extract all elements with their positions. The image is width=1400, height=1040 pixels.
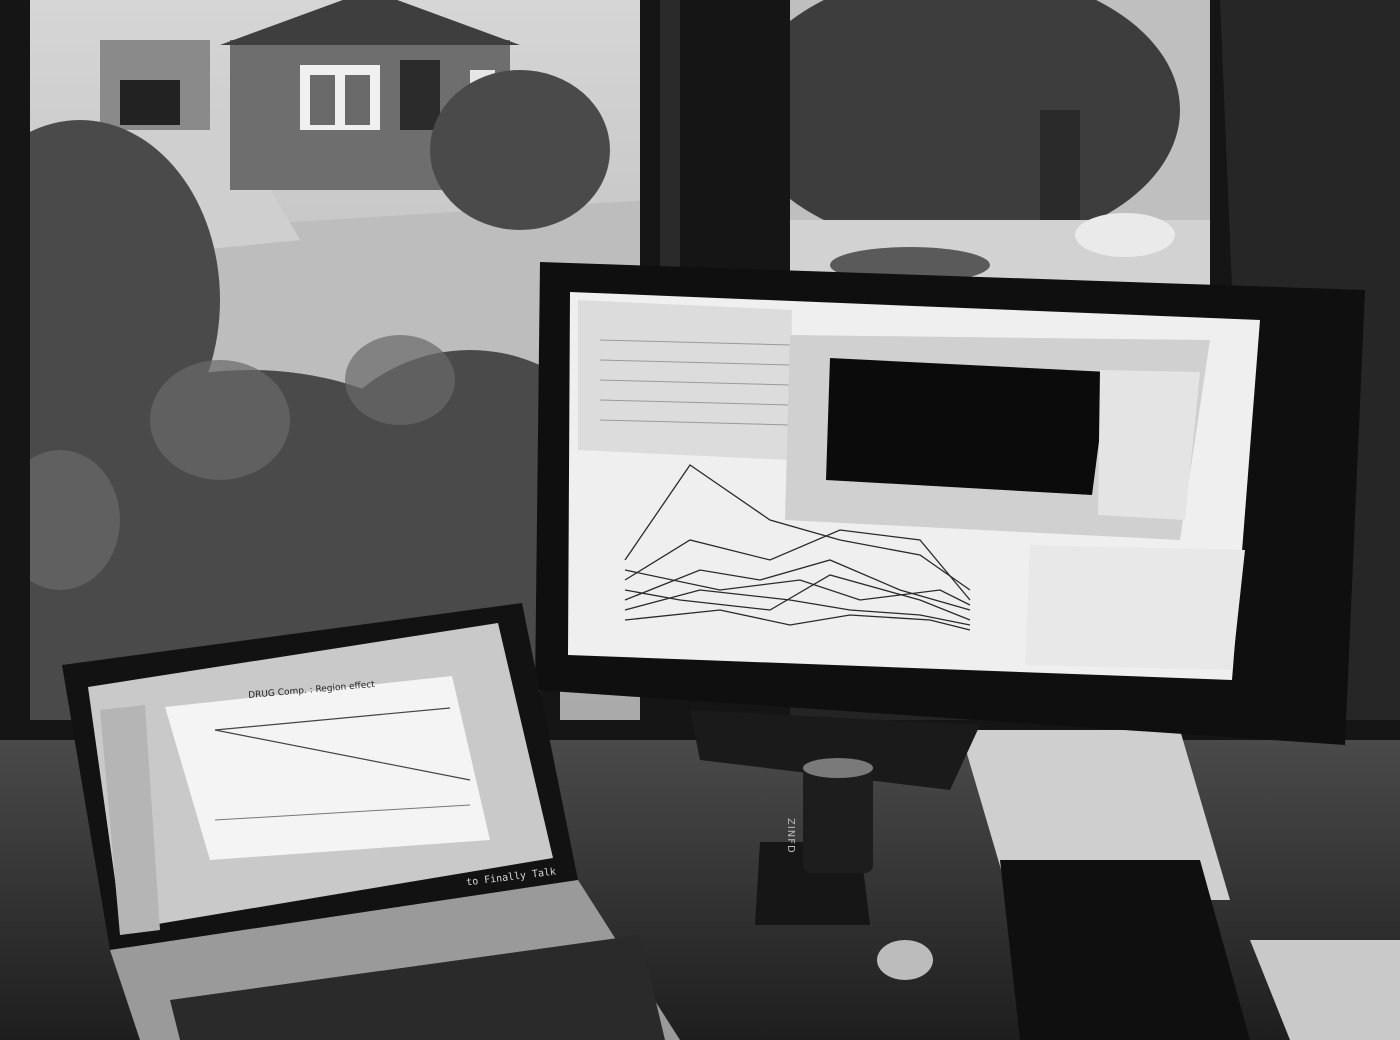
right-window-view (740, 0, 1220, 290)
dialog-black-panel (826, 358, 1108, 495)
photo-scene: DRUG Comp. : Region effect to Finally Ta… (0, 0, 1400, 1040)
can-label: ZINFD (785, 818, 796, 854)
laptop-chart-area (165, 676, 490, 860)
monitor (535, 262, 1365, 745)
mouse (877, 940, 933, 980)
photo-svg (0, 0, 1400, 1040)
